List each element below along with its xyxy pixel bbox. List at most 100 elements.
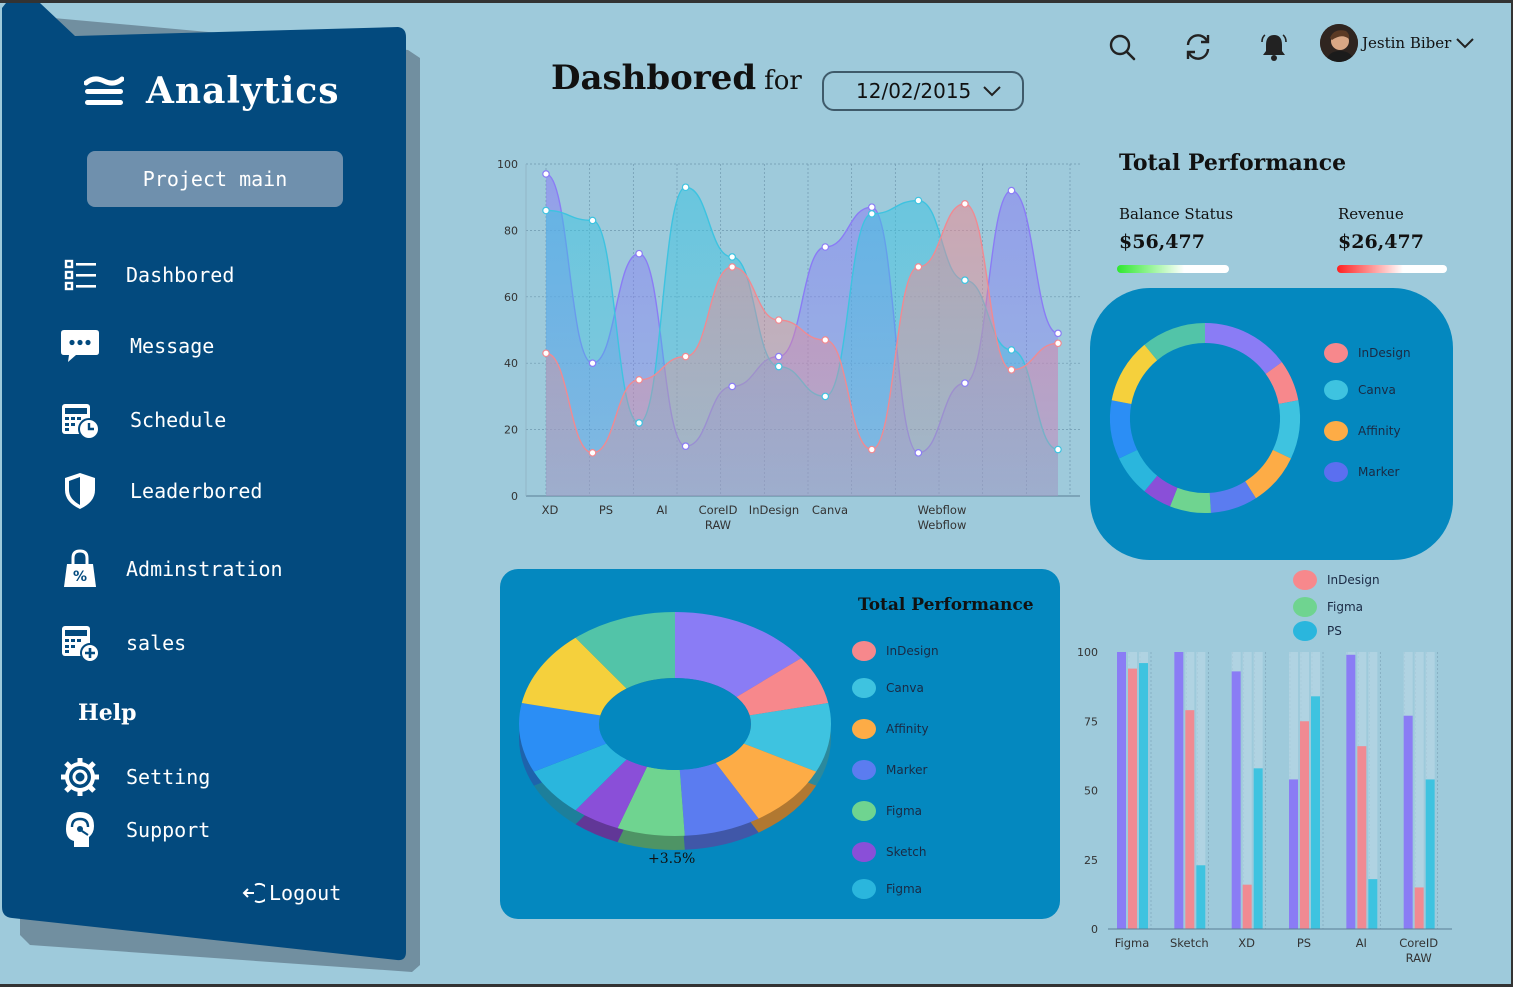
data-point [821,336,830,344]
legend-label: InDesign [1327,573,1380,587]
legend-item: Marker [852,760,927,780]
bar [1185,710,1195,929]
avatar [1320,24,1358,62]
x-tick-label: Webflow Webflow [918,503,967,532]
x-tick-label: AI [656,503,667,517]
support-icon [60,810,100,850]
brand-title: Analytics [146,70,340,112]
nav-item-setting[interactable]: Setting [60,757,210,797]
chevron-down-icon [1456,38,1475,49]
data-point [635,376,643,384]
legend-dot [852,842,876,862]
data-point [914,263,923,271]
data-point [914,196,923,205]
balance-progress-bar [1117,265,1229,273]
ring-segment [1244,449,1291,499]
bar [1300,721,1309,929]
nav-item-dashbored[interactable]: Dashbored [60,255,234,295]
project-main-button[interactable]: Project main [87,151,343,207]
help-heading: Help [78,700,137,726]
legend-item: Canva [852,678,924,698]
legend-label: Affinity [1358,424,1401,438]
ring-chart-panel: InDesign Canva Affinity Marker [1090,288,1453,560]
nav-item-schedule[interactable]: Schedule [60,400,226,440]
bar [1414,887,1424,929]
x-tick-label: XD [1238,936,1255,950]
lock-bag-icon: % [60,549,100,589]
shield-icon [60,471,100,511]
y-tick-label: 20 [504,424,518,437]
legend-label: Marker [1358,465,1400,479]
bar [1311,696,1320,929]
nav-item-support[interactable]: Support [60,810,210,850]
y-tick-label: 50 [1084,785,1098,798]
data-point [961,276,969,285]
legend-item: Figma [852,879,922,899]
area-chart: 0 20 40 60 80 100 XD PS AI CoreID RAW InDesign Canva… [497,158,1080,532]
data-point [588,359,597,368]
user-menu[interactable]: Jestin Biber [1320,24,1475,62]
y-tick-label: 60 [504,291,518,304]
bar [1357,746,1367,929]
legend-item: Marker [1324,462,1399,482]
ring-segment [1144,323,1206,361]
search-icon[interactable] [1107,32,1137,62]
ring-segment [1204,323,1282,375]
data-point [635,419,643,427]
x-tick-label: PS [599,503,613,517]
legend-item: Sketch [852,842,926,862]
data-point [588,449,597,457]
bell-icon[interactable] [1259,32,1289,62]
menu-icon[interactable] [84,74,124,108]
nav-label: Schedule [130,408,227,432]
legend-label: InDesign [886,644,939,658]
data-point [681,442,690,451]
svg-text:%: % [73,569,87,585]
ring-segment [1110,400,1138,459]
bar [1368,879,1378,929]
nav-item-adminstration[interactable]: % Adminstration [60,549,283,589]
y-tick-label: 80 [504,224,518,237]
nav-label: sales [126,631,187,655]
legend-item: Figma [852,801,922,821]
legend-item: Figma [1293,597,1363,617]
x-tick-label: CoreID RAW [1399,936,1438,965]
ring-segment [1111,344,1158,405]
ring-segment [1170,487,1211,513]
y-tick-label: 0 [511,490,518,503]
ring-segment [1272,400,1300,459]
legend-dot [852,641,876,661]
nav-item-leaderbored[interactable]: Leaderbored [60,471,262,511]
legend-label: Canva [1358,383,1396,397]
data-point [1054,445,1062,454]
list-icon [60,255,100,295]
data-point [1054,339,1062,348]
y-tick-label: 100 [1077,646,1098,659]
legend-dot [852,678,876,698]
chevron-down-icon [983,86,1001,97]
refresh-icon[interactable] [1183,32,1213,62]
date-select[interactable]: 12/02/2015 [822,71,1024,111]
y-tick-label: 100 [497,158,518,171]
legend-dot [1324,462,1348,482]
nav-item-sales[interactable]: sales [60,623,186,663]
bar [1117,652,1126,929]
data-point [961,200,969,208]
x-tick-label: AI [1356,936,1367,950]
data-point [542,349,550,358]
nav-item-message[interactable]: Message [60,326,214,366]
legend-item: InDesign [1293,570,1380,590]
logout-button[interactable]: Logout [241,881,341,905]
data-point [774,352,783,361]
y-tick-label: 75 [1084,715,1098,728]
legend-label: PS [1327,624,1342,638]
data-point [1007,366,1016,374]
y-tick-label: 40 [504,357,518,370]
nav-label: Leaderbored [130,479,263,503]
ring-segment [1265,362,1299,405]
bar [1196,865,1206,929]
y-tick-label: 25 [1084,854,1098,867]
bar-chart: 0 25 50 75 100 Figma Sketch XD PS AI CoreID RAW [1077,646,1452,965]
bar [1289,779,1298,929]
data-point [774,316,783,324]
